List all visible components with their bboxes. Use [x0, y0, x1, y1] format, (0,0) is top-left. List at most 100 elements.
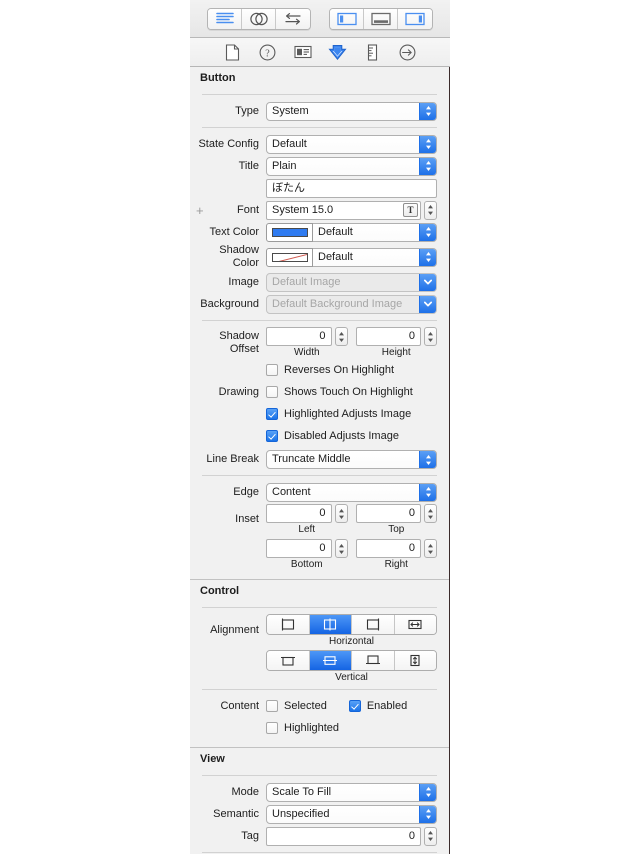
- inset-left-field[interactable]: 0: [266, 504, 332, 523]
- label-line-break: Line Break: [206, 453, 259, 465]
- row-type: Type System: [190, 100, 449, 122]
- identity-inspector-icon[interactable]: [292, 41, 314, 63]
- row-drawing-0: . Reverses On Highlight: [190, 359, 449, 381]
- highlighted-adjusts-image-label: Highlighted Adjusts Image: [284, 408, 412, 420]
- inset-right-stepper[interactable]: [424, 539, 437, 558]
- row-inset-top: Inset 0 Left 0 Top: [190, 503, 449, 536]
- shadow-color-popup-button[interactable]: Default: [313, 247, 437, 267]
- font-field[interactable]: System 15.0 T: [266, 200, 421, 220]
- inset-top-group: 0 Top: [355, 504, 437, 535]
- editor-mode-segmented-control[interactable]: [207, 7, 311, 30]
- title-style-popup-button[interactable]: Plain: [266, 156, 437, 176]
- xcode-utilities-panel: ? Button Type System State Config Defaul…: [0, 0, 640, 854]
- inset-bottom-stepper[interactable]: [334, 539, 348, 558]
- editor-toolbar: [190, 0, 450, 38]
- text-color-popup-button[interactable]: Default: [313, 222, 437, 242]
- horizontal-alignment-segmented-control[interactable]: [266, 614, 437, 635]
- utilities-toggle-icon[interactable]: [398, 8, 432, 29]
- align-top-icon[interactable]: [267, 651, 310, 670]
- standard-editor-icon[interactable]: [208, 8, 242, 29]
- align-bottom-icon[interactable]: [352, 651, 395, 670]
- row-shadow-offset: Shadow Offset 0 Width 0 Height: [190, 326, 449, 359]
- type-popup-button[interactable]: System: [266, 101, 437, 121]
- text-color-well[interactable]: [266, 222, 313, 242]
- align-right-icon[interactable]: [352, 615, 395, 634]
- highlighted-checkbox[interactable]: [266, 722, 278, 734]
- label-state-config: State Config: [198, 137, 259, 150]
- align-center-icon[interactable]: [309, 615, 352, 634]
- row-image: Image Default Image: [190, 271, 449, 293]
- add-title-attribute-button[interactable]: +: [196, 204, 204, 217]
- shows-touch-on-highlight-label: Shows Touch On Highlight: [284, 386, 413, 398]
- image-popup-button[interactable]: Default Image: [266, 272, 437, 292]
- row-line-break: Line Break Truncate Middle: [190, 447, 449, 470]
- inset-left-stepper[interactable]: [334, 504, 348, 523]
- mode-popup-button[interactable]: Scale To Fill: [266, 782, 437, 802]
- label-drawing-spacer-0: .: [190, 364, 266, 377]
- row-content-0: Content Selected Enabled: [190, 695, 449, 717]
- shadow-offset-width-stepper[interactable]: [334, 327, 348, 346]
- inset-right-group: 0 Right: [355, 539, 437, 570]
- panel-visibility-segmented-control[interactable]: [329, 7, 433, 30]
- row-background: Background Default Background Image: [190, 293, 449, 315]
- inset-right-field[interactable]: 0: [355, 539, 421, 558]
- edge-value: Content: [272, 485, 311, 498]
- section-header-view: View: [200, 753, 225, 765]
- reverses-on-highlight-checkbox[interactable]: [266, 364, 278, 376]
- connections-inspector-icon[interactable]: [397, 41, 419, 63]
- shadow-offset-height-field[interactable]: 0: [355, 327, 421, 346]
- align-fill-vertical-icon[interactable]: [394, 651, 436, 670]
- debug-area-toggle-icon[interactable]: [364, 8, 398, 29]
- label-drawing: Drawing: [218, 385, 259, 398]
- label-alignment-spacer: .: [190, 660, 266, 673]
- row-alignment-horizontal: Alignment Horizontal: [190, 613, 449, 648]
- attributes-inspector-content: Button Type System State Config Default: [190, 67, 450, 854]
- shadow-color-well[interactable]: [266, 247, 313, 267]
- font-size-stepper[interactable]: [424, 200, 437, 220]
- disabled-adjusts-image-checkbox[interactable]: [266, 430, 278, 442]
- font-picker-icon[interactable]: T: [403, 203, 418, 217]
- edge-popup-button[interactable]: Content: [266, 482, 437, 502]
- section-header-control: Control: [200, 585, 240, 597]
- shadow-offset-height-group: 0 Height: [355, 327, 437, 358]
- enabled-checkbox[interactable]: [348, 700, 361, 712]
- inset-bottom-field[interactable]: 0: [266, 539, 332, 558]
- file-inspector-icon[interactable]: [222, 41, 244, 63]
- mode-value: Scale To Fill: [272, 785, 332, 798]
- shadow-offset-width-field[interactable]: 0: [266, 327, 332, 346]
- inspector-tab-bar[interactable]: ?: [190, 38, 450, 67]
- title-text-field[interactable]: ぼたん: [266, 178, 437, 198]
- text-color-swatch: [271, 227, 308, 237]
- align-left-icon[interactable]: [267, 615, 310, 634]
- sublabel-height: Height: [381, 347, 411, 358]
- line-break-popup-button[interactable]: Truncate Middle: [266, 450, 437, 469]
- version-editor-icon[interactable]: [276, 8, 310, 29]
- shadow-offset-height-stepper[interactable]: [424, 327, 437, 346]
- type-value: System: [272, 104, 309, 117]
- assistant-editor-icon[interactable]: [242, 8, 276, 29]
- quick-help-inspector-icon[interactable]: ?: [257, 41, 279, 63]
- vertical-alignment-segmented-control[interactable]: [266, 650, 437, 671]
- align-fill-horizontal-icon[interactable]: [394, 615, 436, 634]
- state-config-popup-button[interactable]: Default: [266, 134, 437, 154]
- inset-top-field[interactable]: 0: [355, 504, 421, 523]
- align-middle-icon[interactable]: [309, 651, 352, 670]
- tag-field[interactable]: 0: [266, 826, 421, 846]
- row-drawing-1: Drawing Shows Touch On Highlight: [190, 381, 449, 403]
- selected-checkbox[interactable]: [266, 700, 278, 712]
- row-font: + Font System 15.0 T: [190, 199, 449, 221]
- navigator-toggle-icon[interactable]: [330, 8, 364, 29]
- size-inspector-icon[interactable]: [362, 41, 384, 63]
- shows-touch-on-highlight-checkbox[interactable]: [266, 386, 278, 398]
- line-break-value: Truncate Middle: [272, 453, 351, 465]
- tag-stepper[interactable]: [424, 826, 437, 846]
- selected-label: Selected: [284, 700, 327, 712]
- shadow-color-value: Default: [318, 250, 353, 263]
- highlighted-adjusts-image-checkbox[interactable]: [266, 408, 278, 420]
- row-shadow-color: Shadow Color Default: [190, 243, 449, 271]
- inset-top-stepper[interactable]: [424, 504, 437, 523]
- semantic-popup-button[interactable]: Unspecified: [266, 804, 437, 824]
- background-popup-button[interactable]: Default Background Image: [266, 294, 437, 314]
- attributes-inspector-icon[interactable]: [320, 38, 355, 66]
- sublabel-left: Left: [298, 524, 316, 535]
